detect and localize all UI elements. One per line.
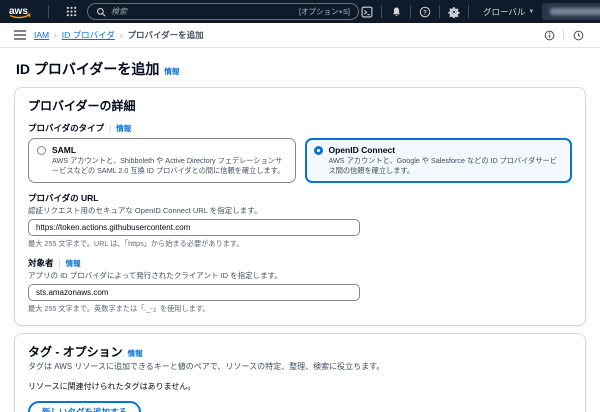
audience-description: アプリの ID プロバイダによって発行されたクライアント ID を指定します。 [28, 270, 572, 281]
provider-url-label: プロバイダの URL [28, 192, 572, 204]
svg-text:?: ? [423, 9, 427, 16]
breadcrumb: IAM › ID プロバイダ › プロバイダーを追加 [34, 29, 204, 41]
tags-info-link[interactable]: 情報 [128, 348, 143, 359]
chevron-down-icon: ▼ [528, 9, 534, 15]
radio-tile-openid-connect[interactable]: OpenID Connect AWS アカウントと、Google や Sales… [305, 138, 573, 183]
provider-url-constraint: 最大 255 文字まで。URL は、「https」から始まる必要があります。 [28, 239, 572, 249]
info-panel-icon[interactable] [541, 27, 557, 43]
saml-option-label: SAML [52, 145, 287, 155]
notifications-bell-icon[interactable] [388, 4, 404, 20]
svg-text:aws: aws [9, 6, 28, 17]
region-selector[interactable]: グローバル ▼ [483, 6, 534, 18]
search-icon [96, 7, 106, 17]
settings-gear-icon[interactable] [446, 4, 462, 20]
breadcrumb-separator: › [54, 31, 57, 40]
add-tag-button[interactable]: 新しいタグを追加する [28, 401, 141, 412]
breadcrumb-id-providers[interactable]: ID プロバイダ [62, 29, 115, 41]
tags-empty-text: リソースに関連付けられたタグはありません。 [28, 381, 572, 392]
history-clock-icon[interactable] [570, 27, 586, 43]
breadcrumb-current: プロバイダーを追加 [128, 29, 204, 41]
saml-option-description: AWS アカウントと、Shibboleth や Active Directory… [52, 156, 287, 176]
provider-url-input[interactable] [28, 219, 360, 236]
hamburger-menu-icon[interactable] [14, 30, 26, 40]
search-placeholder: 検索 [111, 6, 294, 17]
oidc-option-label: OpenID Connect [329, 145, 564, 155]
radio-tile-saml[interactable]: SAML AWS アカウントと、Shibboleth や Active Dire… [28, 138, 296, 183]
divider: | [109, 124, 111, 133]
cloudshell-icon[interactable] [359, 4, 375, 20]
divider: | [59, 259, 61, 268]
app-grid-icon[interactable] [63, 4, 79, 20]
main-content: ID プロバイダーを追加 情報 プロバイダーの詳細 プロバイダのタイプ | 情報… [0, 48, 600, 412]
provider-details-heading: プロバイダーの詳細 [28, 97, 572, 114]
region-label: グローバル [483, 6, 525, 18]
search-input[interactable]: 検索 [オプション+S] [87, 3, 359, 20]
radio-button-unselected[interactable] [37, 146, 46, 155]
account-menu[interactable]: ▼ [542, 3, 600, 20]
tags-description: タグは AWS リソースに追加できるキーと値のペアで、リソースの特定、整理、検索… [28, 361, 572, 372]
audience-input[interactable] [28, 284, 360, 301]
search-shortcut: [オプション+S] [299, 6, 350, 17]
provider-url-description: 認証リクエスト用のセキュアな OpenID Connect URL を指定します… [28, 205, 572, 216]
page-title: ID プロバイダーを追加 [16, 59, 159, 79]
top-navigation-bar: aws 検索 [オプション+S] [0, 0, 600, 23]
breadcrumb-bar: IAM › ID プロバイダ › プロバイダーを追加 [0, 23, 600, 48]
tags-card: タグ - オプション 情報 タグは AWS リソースに追加できるキーと値のペアで… [14, 333, 586, 412]
tags-heading: タグ - オプション [28, 343, 123, 360]
radio-button-selected[interactable] [314, 146, 323, 155]
help-icon[interactable]: ? [417, 4, 433, 20]
audience-constraint: 最大 255 文字まで。英数字または「._-」を使用します。 [28, 304, 572, 314]
audience-label: 対象者 [28, 257, 54, 269]
breadcrumb-iam[interactable]: IAM [34, 30, 49, 40]
audience-info-link[interactable]: 情報 [66, 258, 81, 269]
provider-type-info-link[interactable]: 情報 [116, 123, 131, 134]
oidc-option-description: AWS アカウントと、Google や Salesforce などの ID プロ… [329, 156, 564, 176]
provider-type-options: SAML AWS アカウントと、Shibboleth や Active Dire… [28, 138, 572, 183]
account-name-redacted [550, 8, 600, 15]
provider-details-card: プロバイダーの詳細 プロバイダのタイプ | 情報 SAML AWS アカウントと… [14, 87, 586, 326]
aws-logo[interactable]: aws [8, 4, 34, 20]
divider [48, 5, 49, 18]
provider-type-label: プロバイダのタイプ [28, 122, 104, 134]
breadcrumb-separator: › [120, 31, 123, 40]
page-title-info-link[interactable]: 情報 [164, 66, 179, 77]
